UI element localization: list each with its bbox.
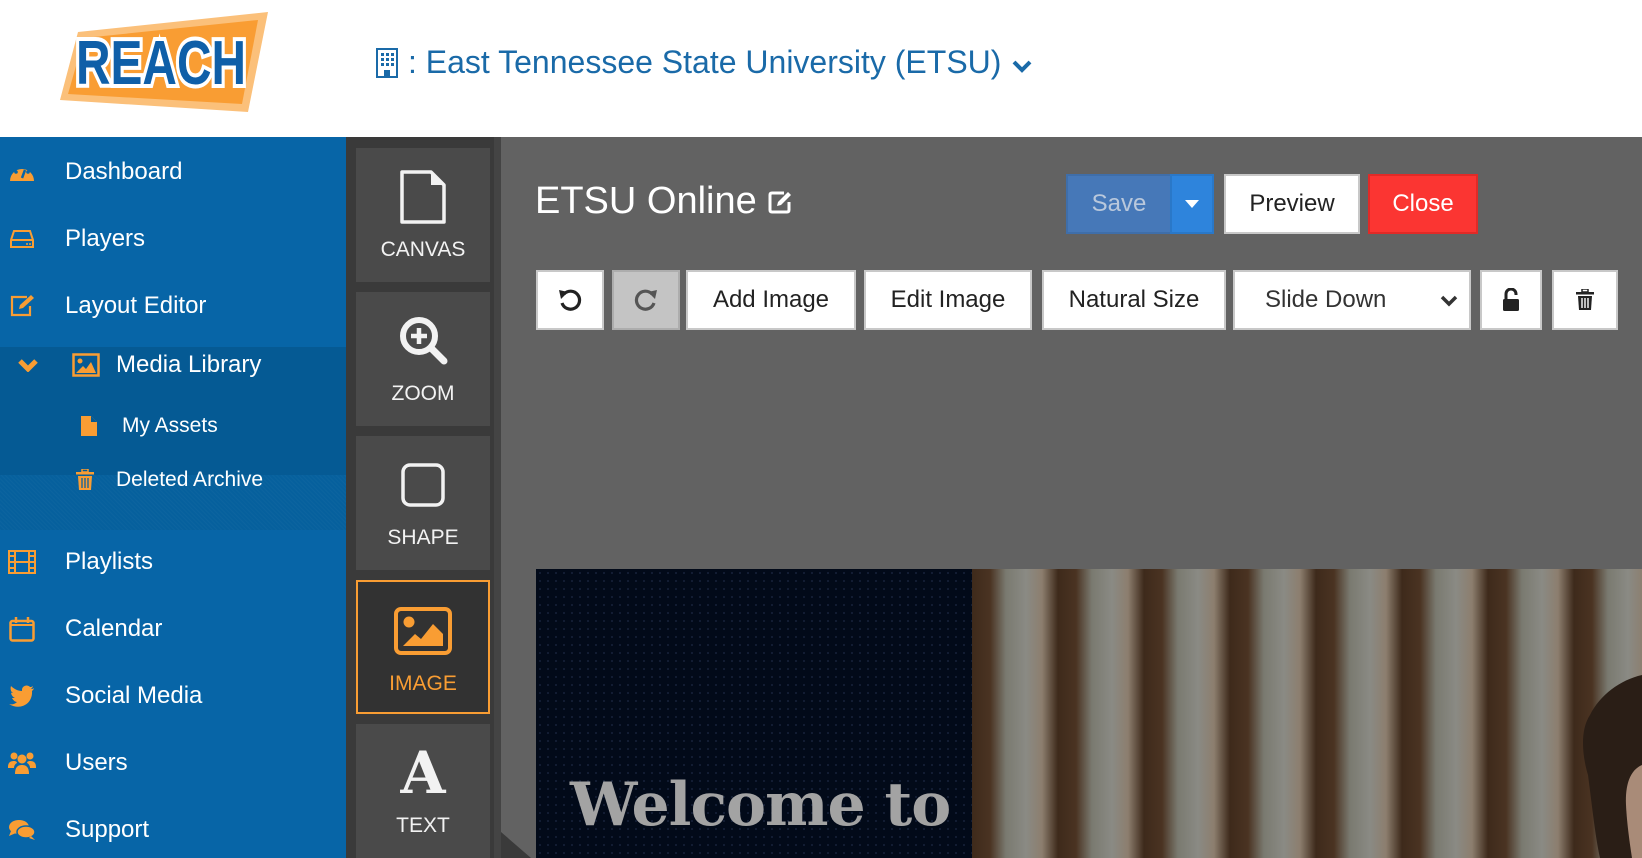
dashboard-icon xyxy=(8,158,36,186)
tool-label: SHAPE xyxy=(387,526,459,549)
organization-selector[interactable]: : East Tennessee State University (ETSU) xyxy=(376,44,1033,81)
film-icon xyxy=(8,548,36,576)
canvas-headline-text[interactable]: Welcome to xyxy=(570,770,951,840)
file-icon xyxy=(81,416,97,436)
trash-icon xyxy=(76,469,94,490)
sidebar-item-social-media[interactable]: Social Media xyxy=(0,661,346,731)
edit-image-button[interactable]: Edit Image xyxy=(864,270,1032,330)
edit-title-icon[interactable] xyxy=(767,189,793,215)
sidebar-label: Players xyxy=(65,225,146,252)
undo-button[interactable] xyxy=(536,270,604,330)
file-icon xyxy=(399,168,447,226)
font-icon: A xyxy=(400,739,446,807)
close-button[interactable]: Close xyxy=(1368,174,1478,234)
zoom-in-icon xyxy=(397,312,449,370)
redo-button[interactable] xyxy=(612,270,680,330)
twitter-icon xyxy=(8,682,36,710)
chevron-down-icon[interactable] xyxy=(14,351,42,379)
tool-text[interactable]: A TEXT xyxy=(356,724,490,858)
delete-button[interactable] xyxy=(1552,270,1618,330)
org-prefix: : xyxy=(408,44,417,80)
tool-label: CANVAS xyxy=(380,238,466,261)
unlock-icon xyxy=(1503,288,1519,311)
save-options-dropdown[interactable] xyxy=(1170,174,1214,234)
sidebar-item-users[interactable]: Users xyxy=(0,728,346,798)
sidebar-label: Social Media xyxy=(65,682,203,709)
calendar-icon xyxy=(8,615,36,643)
sidebar-item-calendar[interactable]: Calendar xyxy=(0,594,346,664)
tool-canvas[interactable]: CANVAS xyxy=(356,148,490,282)
canvas-background-image[interactable] xyxy=(972,569,1642,858)
add-image-button[interactable]: Add Image xyxy=(686,270,856,330)
panel-divider xyxy=(494,137,501,858)
org-name[interactable]: East Tennessee State University (ETSU) xyxy=(426,44,1002,81)
tool-palette: CANVAS ZOOM SHAPE IMAGE A TEXT xyxy=(346,137,501,858)
sidebar-item-playlists[interactable]: Playlists xyxy=(0,527,346,597)
sidebar-label: Users xyxy=(65,749,128,776)
sidebar-label: Calendar xyxy=(65,615,163,642)
layout-title-text: ETSU Online xyxy=(535,180,757,222)
sidebar-item-dashboard[interactable]: Dashboard xyxy=(0,137,346,207)
preview-button[interactable]: Preview xyxy=(1224,174,1360,234)
trash-icon xyxy=(1576,289,1594,310)
resize-handle[interactable] xyxy=(501,832,531,858)
sidebar-subitem-my-assets[interactable]: My Assets xyxy=(80,414,218,438)
logo-text: REACH xyxy=(76,29,246,98)
transition-selected-value: Slide Down xyxy=(1265,286,1387,313)
sidebar-label: Layout Editor xyxy=(65,292,207,319)
image-icon xyxy=(393,602,453,660)
sidebar-item-media-library[interactable]: Media Library xyxy=(0,330,346,400)
sidebar: Dashboard Players Layout Editor Media Li… xyxy=(0,137,346,858)
layout-title: ETSU Online xyxy=(535,180,793,223)
sidebar-sublabel: My Assets xyxy=(122,414,218,437)
sidebar-label: Media Library xyxy=(116,351,262,378)
edit-icon xyxy=(8,292,36,320)
chevron-down-icon xyxy=(1440,295,1458,307)
tool-zoom[interactable]: ZOOM xyxy=(356,292,490,426)
sidebar-item-support[interactable]: Support xyxy=(0,795,346,858)
sidebar-sublabel: Deleted Archive xyxy=(116,468,264,491)
save-button[interactable]: Save xyxy=(1066,174,1170,234)
undo-icon xyxy=(559,289,582,311)
redo-icon xyxy=(634,289,657,311)
image-icon xyxy=(72,351,100,379)
tool-label: IMAGE xyxy=(389,672,457,695)
caret-down-icon xyxy=(1185,200,1199,208)
sidebar-item-players[interactable]: Players xyxy=(0,204,346,274)
person-hair-image xyxy=(1583,675,1642,858)
natural-size-button[interactable]: Natural Size xyxy=(1042,270,1226,330)
hdd-icon xyxy=(8,225,36,253)
reach-logo[interactable]: REACH REACH xyxy=(58,12,278,122)
building-icon xyxy=(376,47,398,78)
sidebar-label: Playlists xyxy=(65,548,154,575)
tool-shape[interactable]: SHAPE xyxy=(356,436,490,570)
users-icon xyxy=(8,749,36,777)
square-icon xyxy=(400,456,446,514)
tool-image[interactable]: IMAGE xyxy=(356,580,490,714)
tool-label: ZOOM xyxy=(391,382,455,405)
top-header: REACH REACH : East Tennessee State Unive… xyxy=(0,0,1642,137)
sidebar-subitem-deleted-archive[interactable]: Deleted Archive xyxy=(76,468,263,492)
sidebar-label: Dashboard xyxy=(65,158,183,185)
chevron-down-icon[interactable] xyxy=(1011,59,1033,73)
tool-label: TEXT xyxy=(396,814,450,837)
lock-toggle-button[interactable] xyxy=(1480,270,1542,330)
comments-icon xyxy=(8,816,36,844)
transition-select[interactable]: Slide Down xyxy=(1233,270,1471,330)
sidebar-label: Support xyxy=(65,816,150,843)
